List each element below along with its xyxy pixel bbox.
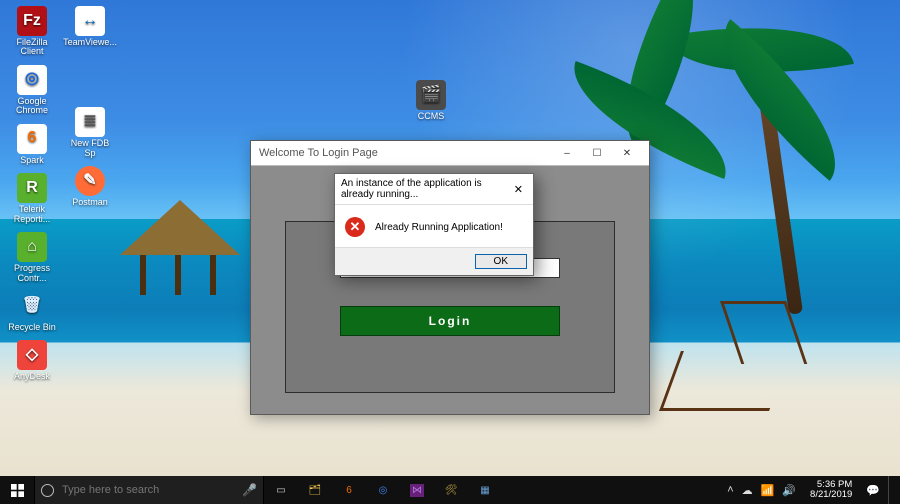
desktop-icon-spark[interactable]: 6 Spark [6,122,58,167]
microphone-icon[interactable]: 🎤 [242,483,257,497]
desktop-icon-label: FileZilla Client [8,38,56,57]
desktop-icon-label: TeamViewe... [63,38,117,47]
error-dialog-close-button[interactable]: ✕ [510,183,527,196]
textfile-icon: ≣ [75,107,105,137]
taskbar-pinned-apps: ▭ 🗂 6 ◎ ⋈ 🛠 ▦ [264,476,502,504]
taskbar-chrome[interactable]: ◎ [366,476,400,504]
ccms-icon: 🎬 [416,80,446,110]
desktop-icon-chrome[interactable]: ◎ Google Chrome [6,63,58,118]
desktop-icon-label: CCMS [418,112,445,121]
desktop-icon-recycle-bin[interactable]: 🗑 Recycle Bin [6,289,58,334]
window-close-button[interactable]: ✕ [613,145,641,161]
taskbar-date: 8/21/2019 [810,490,852,500]
desktop-icon-label: Recycle Bin [8,323,56,332]
taskbar-file-explorer[interactable]: 🗂 [298,476,332,504]
taskbar-spark[interactable]: 6 [332,476,366,504]
desktop-icon-label: Progress Contr... [8,264,56,283]
login-window-title: Welcome To Login Page [259,147,378,159]
taskbar-clock[interactable]: 5:36 PM 8/21/2019 [804,480,858,500]
taskbar-search[interactable]: 🎤 [34,476,264,504]
login-window-titlebar[interactable]: Welcome To Login Page – ☐ ✕ [251,141,649,166]
desktop-icon-label: Telerik Reporti... [8,205,56,224]
filezilla-icon: Fz [17,6,47,36]
desktop-icon-progress[interactable]: ⌂ Progress Contr... [6,230,58,285]
ccms-task-icon: ▦ [480,485,489,496]
error-dialog-message: Already Running Application! [375,222,503,233]
desktop-icon-newfdb[interactable]: ≣ New FDB Sp [64,105,116,160]
spark-icon: 6 [346,485,352,496]
desktop-icon-filezilla[interactable]: Fz FileZilla Client [6,4,58,59]
error-icon: ✕ [345,217,365,237]
action-center-icon[interactable]: 💬 [866,484,880,497]
desktop-icon-label: Spark [20,156,44,165]
error-dialog-title: An instance of the application is alread… [341,178,510,200]
error-dialog-titlebar[interactable]: An instance of the application is alread… [335,174,533,205]
login-button[interactable]: Login [340,306,560,336]
error-dialog: An instance of the application is alread… [334,173,534,276]
desktop-icon-teamviewer[interactable]: ↔ TeamViewe... [64,4,116,49]
task-view-icon: ▭ [276,485,285,496]
desktop-icons: Fz FileZilla Client ◎ Google Chrome 6 Sp… [6,4,116,384]
taskbar: 🎤 ▭ 🗂 6 ◎ ⋈ 🛠 ▦ ˄ ☁ 📶 🔊 5:36 PM 8/21/201… [0,476,900,504]
search-input[interactable] [62,484,234,496]
telerik-icon: R [17,173,47,203]
anydesk-icon: ◇ [17,340,47,370]
desktop-icon-label: Google Chrome [8,97,56,116]
volume-icon[interactable]: 🔊 [782,484,796,497]
chrome-icon: ◎ [17,65,47,95]
chrome-icon: ◎ [379,485,388,496]
search-icon [41,484,54,497]
postman-icon: ✎ [75,166,105,196]
window-minimize-button[interactable]: – [553,145,581,161]
visual-studio-icon: ⋈ [410,484,424,497]
desktop[interactable]: Fz FileZilla Client ◎ Google Chrome 6 Sp… [0,0,900,476]
taskbar-tools[interactable]: 🛠 [434,476,468,504]
taskbar-task-view[interactable]: ▭ [264,476,298,504]
window-maximize-button[interactable]: ☐ [583,145,611,161]
tray-overflow-button[interactable]: ˄ [727,484,733,496]
show-desktop-button[interactable] [888,476,894,504]
error-dialog-ok-button[interactable]: OK [475,254,527,269]
tools-icon: 🛠 [445,485,458,496]
network-icon[interactable]: 📶 [761,484,775,497]
start-button[interactable] [0,476,34,504]
desktop-icon-ccms[interactable]: 🎬 CCMS [405,78,457,123]
file-explorer-icon: 🗂 [309,485,322,496]
wallpaper-hut [120,200,240,290]
onedrive-icon[interactable]: ☁ [742,484,753,497]
desktop-icon-telerik[interactable]: R Telerik Reporti... [6,171,58,226]
desktop-icon-label: New FDB Sp [66,139,114,158]
system-tray: ˄ ☁ 📶 🔊 5:36 PM 8/21/2019 💬 [727,476,900,504]
taskbar-visual-studio[interactable]: ⋈ [400,476,434,504]
spark-icon: 6 [17,124,47,154]
desktop-icon-label: AnyDesk [14,372,50,381]
desktop-icon-label: Postman [72,198,108,207]
desktop-icon-postman[interactable]: ✎ Postman [64,164,116,209]
progress-icon: ⌂ [17,232,47,262]
recycle-bin-icon: 🗑 [17,291,47,321]
teamviewer-icon: ↔ [75,6,105,36]
desktop-icon-anydesk[interactable]: ◇ AnyDesk [6,338,58,383]
wallpaper-chair [659,351,791,411]
taskbar-ccms[interactable]: ▦ [468,476,502,504]
